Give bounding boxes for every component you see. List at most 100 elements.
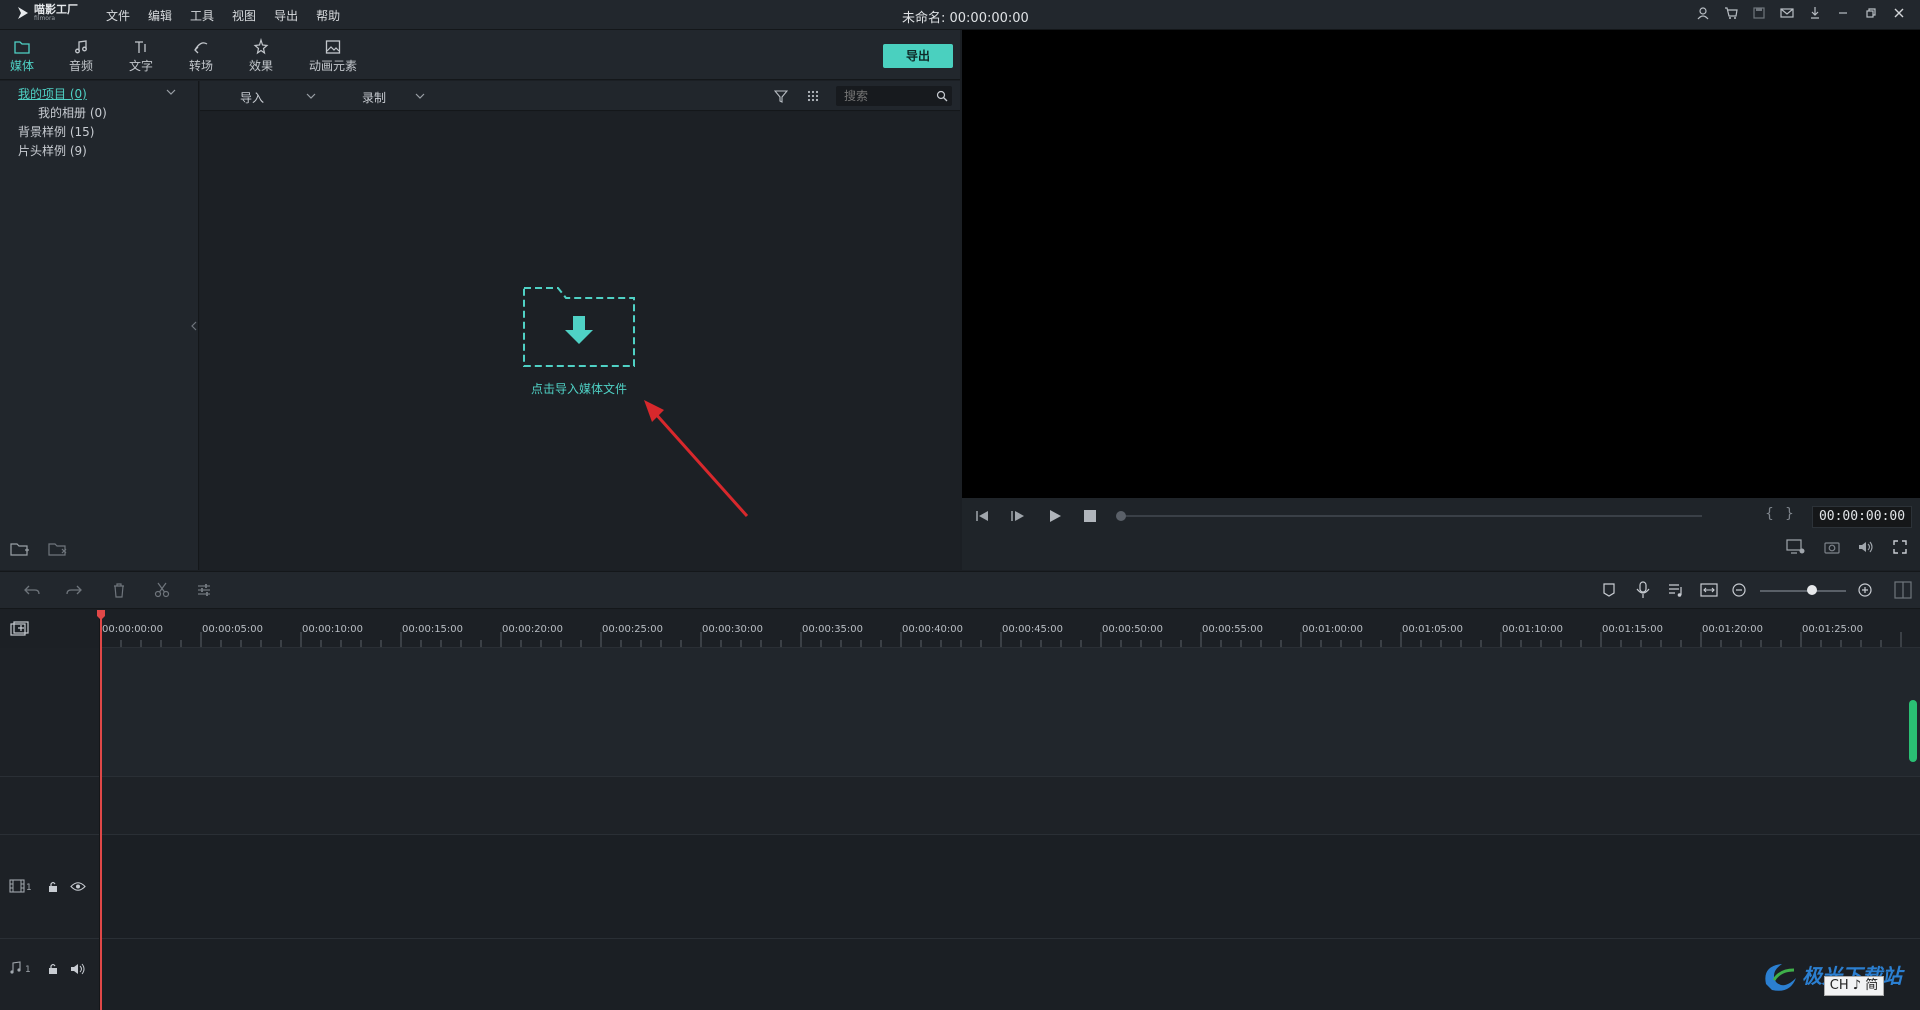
restore-icon[interactable] (1864, 6, 1878, 20)
library-item-my-projects[interactable]: 我的项目 (0) (18, 85, 87, 102)
ruler-label: 00:00:30:00 (702, 624, 764, 635)
record-dropdown[interactable]: 录制 (362, 89, 386, 106)
search-icon[interactable] (936, 90, 948, 102)
fit-timeline-icon[interactable] (1700, 582, 1718, 598)
tab-transition[interactable]: 转场 (179, 38, 223, 74)
library-item-background-samples[interactable]: 背景样例 (15) (18, 123, 94, 140)
undo-icon[interactable] (24, 583, 40, 597)
playhead[interactable] (100, 612, 102, 1010)
video-track-lane[interactable] (100, 834, 1920, 938)
zoom-slider-handle[interactable] (1806, 585, 1817, 595)
volume-icon[interactable] (1858, 540, 1874, 554)
logo-text: 喵影工厂 (34, 3, 78, 16)
menu-bar: 文件 编辑 工具 视图 导出 帮助 (106, 0, 358, 30)
minimize-icon[interactable] (1836, 6, 1850, 20)
cart-icon[interactable] (1724, 6, 1738, 20)
save-icon[interactable] (1752, 6, 1766, 20)
menu-export[interactable]: 导出 (274, 7, 298, 24)
zoom-in-icon[interactable] (1858, 583, 1872, 597)
vertical-scrollbar[interactable] (1909, 700, 1917, 762)
timeline-ruler[interactable]: 00:00:00:00 00:00:05:00 00:00:10:00 00:0… (100, 610, 1920, 648)
snapshot-camera-icon[interactable] (1824, 540, 1840, 554)
filter-icon[interactable] (774, 89, 788, 103)
tab-text[interactable]: 文字 (119, 38, 163, 74)
playback-progress-handle[interactable] (1116, 511, 1126, 521)
menu-edit[interactable]: 编辑 (148, 7, 172, 24)
preview-timecode: 00:00:00:00 (1812, 506, 1912, 528)
library-item-my-album[interactable]: 我的相册 (0) (38, 104, 107, 121)
marker-icon[interactable] (1602, 582, 1616, 598)
split-scissors-icon[interactable] (154, 582, 170, 598)
menu-view[interactable]: 视图 (232, 7, 256, 24)
delete-icon[interactable] (112, 582, 126, 598)
tab-label: 转场 (188, 59, 213, 73)
red-arrow-annotation (644, 400, 749, 517)
search-input[interactable] (844, 89, 924, 103)
stop-icon[interactable] (1084, 510, 1096, 522)
collapse-panel-icon[interactable] (191, 321, 197, 331)
add-track-icon[interactable] (10, 621, 30, 637)
zoom-out-icon[interactable] (1732, 583, 1746, 597)
microphone-icon[interactable] (1636, 581, 1650, 599)
new-folder-icon[interactable] (10, 541, 30, 557)
logo-sub: filmora (34, 15, 56, 22)
tab-label: 文字 (128, 59, 153, 73)
ruler-label: 00:01:20:00 (1702, 624, 1764, 635)
ruler-label: 00:00:25:00 (602, 624, 664, 635)
lock-icon[interactable] (47, 962, 59, 975)
app-logo: 喵影工厂 filmora (16, 4, 78, 22)
account-icon[interactable] (1696, 6, 1710, 20)
menu-help[interactable]: 帮助 (316, 7, 340, 24)
chevron-down-icon[interactable] (415, 93, 425, 99)
image-icon (325, 40, 341, 54)
menu-tools[interactable]: 工具 (190, 7, 214, 24)
ruler-label: 00:00:05:00 (202, 624, 264, 635)
tab-media[interactable]: 媒体 (0, 38, 44, 74)
tab-label: 音频 (68, 59, 93, 73)
mail-icon[interactable] (1780, 6, 1794, 20)
tab-effects[interactable]: 效果 (239, 38, 283, 74)
eye-visibility-icon[interactable] (70, 881, 86, 892)
ruler-label: 00:01:25:00 (1802, 624, 1864, 635)
import-media-hint[interactable]: 点击导入媒体文件 (524, 380, 634, 397)
play-icon[interactable] (1048, 509, 1062, 523)
ruler-label: 00:01:15:00 (1602, 624, 1664, 635)
import-folder-icon[interactable] (522, 286, 636, 368)
library-item-intro-samples[interactable]: 片头样例 (9) (18, 142, 87, 159)
chevron-down-icon[interactable] (166, 89, 176, 95)
audio-track-lane[interactable] (100, 938, 1920, 1010)
previous-frame-icon[interactable] (974, 509, 990, 523)
next-frame-icon[interactable] (1010, 509, 1026, 523)
close-icon[interactable] (1892, 6, 1906, 20)
tab-animation-elements[interactable]: 动画元素 (304, 38, 362, 74)
playback-progress-track[interactable] (1122, 515, 1702, 517)
export-button[interactable]: 导出 (883, 44, 953, 68)
mark-in-button[interactable]: { (1765, 506, 1774, 522)
audio-track-icon (10, 961, 21, 974)
fullscreen-icon[interactable] (1893, 540, 1907, 554)
ruler-label: 00:01:10:00 (1502, 624, 1564, 635)
delete-folder-icon[interactable] (48, 541, 68, 557)
redo-icon[interactable] (66, 583, 82, 597)
preview-screen (962, 30, 1920, 498)
zoom-slider-track[interactable] (1760, 590, 1846, 592)
folder-icon (14, 41, 30, 54)
import-dropdown[interactable]: 导入 (240, 89, 264, 106)
lock-icon[interactable] (47, 880, 59, 893)
tab-audio[interactable]: 音频 (59, 38, 103, 74)
speaker-icon[interactable] (70, 963, 86, 975)
grid-view-icon[interactable] (806, 89, 820, 103)
adjust-settings-icon[interactable] (196, 582, 212, 598)
chevron-down-icon[interactable] (306, 93, 316, 99)
menu-file[interactable]: 文件 (106, 7, 130, 24)
panel-layout-icon[interactable] (1894, 581, 1912, 599)
tab-label: 媒体 (9, 59, 34, 73)
display-settings-icon[interactable] (1786, 538, 1806, 556)
library-bottom-actions (10, 541, 68, 557)
mark-out-button[interactable]: } (1785, 506, 1794, 522)
audio-mixer-icon[interactable] (1668, 582, 1684, 598)
search-box (836, 86, 952, 106)
tab-label: 动画元素 (308, 59, 357, 73)
record-label: 录制 (362, 91, 387, 105)
download-icon[interactable] (1808, 6, 1822, 20)
